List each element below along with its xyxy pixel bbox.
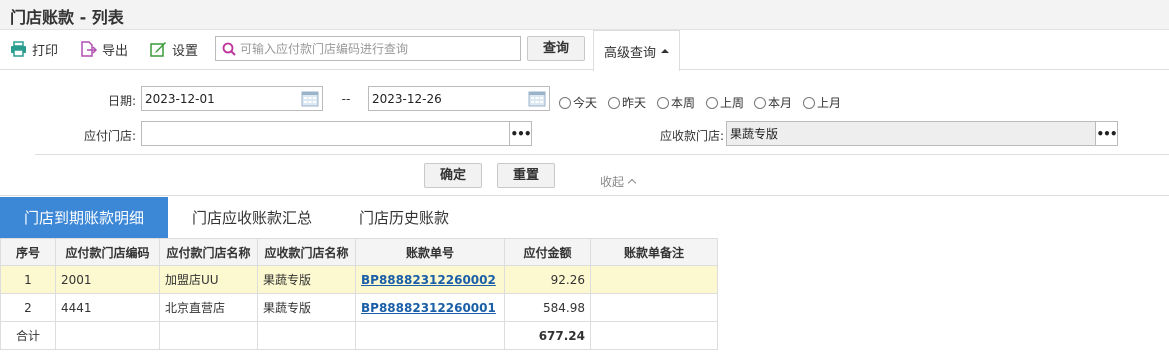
pay-store-code: 2001 [55,265,160,294]
recv-store-value: 果蔬专版 [730,127,779,141]
pay-store-field[interactable]: ••• [141,121,532,146]
radio-label: 本月 [768,96,793,110]
radio-today[interactable]: 今天 [559,94,597,111]
divider [35,154,1169,155]
column-header[interactable]: 账款单号 [355,238,505,266]
radio-label: 上月 [817,96,842,110]
column-header[interactable]: 应付金额 [504,238,591,266]
column-header[interactable]: 账款单备注 [590,238,718,266]
radio-circle [657,96,669,109]
recv-store-name: 果蔬专版 [257,265,356,294]
date-separator: -- [341,92,351,106]
bill-remark [590,293,718,322]
empty-cell [590,321,718,350]
table-row[interactable]: 2 4441 北京直营店 果蔬专版 BP88882312260001 584.9… [0,293,718,322]
settings-button[interactable]: 设置 [150,39,198,59]
empty-cell [159,321,258,350]
pay-store-label: 应付门店: [83,129,136,143]
title-bar: 门店账款 - 列表 [0,0,1169,30]
export-icon [81,41,97,57]
date-to-value: 2023-12-26 [372,91,442,106]
radio-label: 昨天 [622,96,647,110]
radio-label: 上周 [720,96,745,110]
radio-circle [608,96,620,109]
tab-due-detail[interactable]: 门店到期账款明细 [0,197,168,238]
total-row: 合计 677.24 [0,321,718,350]
reset-button[interactable]: 重置 [497,163,555,188]
caret-up-icon [661,49,669,53]
calendar-icon[interactable] [528,90,546,107]
data-table: 序号 应付款门店编码 应付款门店名称 应收款门店名称 账款单号 应付金额 账款单… [0,238,718,350]
column-header[interactable]: 应收款门店名称 [257,238,356,266]
tab-bar: 门店到期账款明细 门店应收账款汇总 门店历史账款 [0,197,1169,238]
filter-panel: 日期: 2023-12-01 -- 2023-12-26 今天 昨天 本周 上周… [0,70,1169,196]
table-header-row: 序号 应付款门店编码 应付款门店名称 应收款门店名称 账款单号 应付金额 账款单… [0,238,718,266]
toolbar: 打印 导出 设置 查询 高级查询 [0,30,1169,71]
radio-last-week[interactable]: 上周 [706,94,744,111]
bill-number-cell: BP88882312260002 [355,265,505,294]
search-box[interactable] [215,36,521,61]
advanced-query-label: 高级查询 [603,45,656,61]
tab-history[interactable]: 门店历史账款 [336,197,472,238]
tab-receivable-summary[interactable]: 门店应收账款汇总 [168,197,336,238]
column-header[interactable]: 应付款门店名称 [159,238,258,266]
table-row[interactable]: 1 2001 加盟店UU 果蔬专版 BP88882312260002 92.26 [0,265,718,294]
row-index: 2 [0,293,56,322]
more-icon[interactable]: ••• [1095,122,1118,145]
radio-label: 今天 [573,96,598,110]
bill-remark [590,265,718,294]
empty-cell [355,321,505,350]
column-header[interactable]: 序号 [0,238,56,266]
radio-circle [803,96,815,109]
recv-store-name: 果蔬专版 [257,293,356,322]
pay-store-code: 4441 [55,293,160,322]
radio-circle [559,96,571,109]
amount: 92.26 [504,265,591,294]
date-from-value: 2023-12-01 [145,91,215,106]
bill-number-cell: BP88882312260001 [355,293,505,322]
amount: 584.98 [504,293,591,322]
recv-store-field[interactable]: 果蔬专版 ••• [726,121,1118,146]
calendar-icon[interactable] [301,90,319,107]
total-label: 合计 [0,321,56,350]
search-icon [222,42,236,56]
search-input[interactable] [240,41,510,56]
radio-this-month[interactable]: 本月 [754,94,792,111]
radio-circle [706,96,718,109]
date-from-field[interactable]: 2023-12-01 [141,86,323,111]
chevron-up-icon [627,178,637,188]
pay-store-name: 北京直营店 [159,293,258,322]
bill-number-link[interactable]: BP88882312260002 [361,273,496,287]
settings-label: 设置 [172,43,199,59]
export-button[interactable]: 导出 [80,39,128,59]
collapse-toggle[interactable]: 收起 [600,173,637,190]
radio-circle [754,96,766,109]
date-label: 日期: [107,94,136,108]
printer-icon [11,41,26,57]
print-button[interactable]: 打印 [10,39,58,59]
pay-store-name: 加盟店UU [159,265,258,294]
export-label: 导出 [102,43,129,59]
bill-number-link[interactable]: BP88882312260001 [361,301,496,315]
row-index: 1 [0,265,56,294]
empty-cell [55,321,160,350]
radio-label: 本周 [671,96,696,110]
column-header[interactable]: 应付款门店编码 [55,238,160,266]
radio-yesterday[interactable]: 昨天 [608,94,646,111]
collapse-label: 收起 [600,175,625,189]
radio-this-week[interactable]: 本周 [657,94,695,111]
print-label: 打印 [32,43,59,59]
edit-icon [150,42,166,57]
date-to-field[interactable]: 2023-12-26 [368,86,550,111]
confirm-button[interactable]: 确定 [424,163,482,188]
empty-cell [257,321,356,350]
advanced-query-toggle[interactable]: 高级查询 [593,30,680,71]
more-icon[interactable]: ••• [509,122,532,145]
total-amount: 677.24 [504,321,591,350]
radio-last-month[interactable]: 上月 [803,94,841,111]
page-title: 门店账款 - 列表 [10,8,124,27]
recv-store-label: 应收款门店: [659,129,724,143]
query-button[interactable]: 查询 [527,36,585,61]
